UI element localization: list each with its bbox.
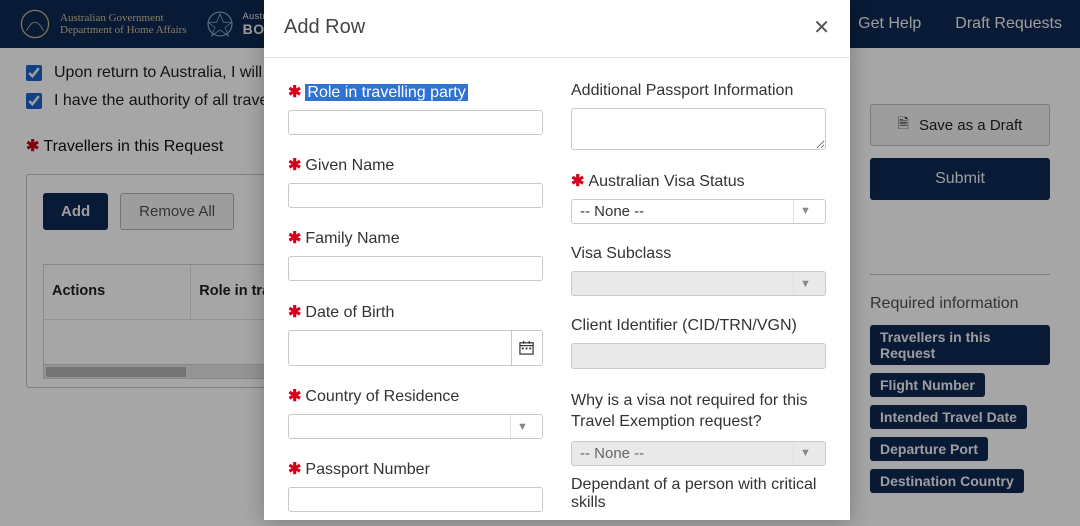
label-passport: ✱Passport Number (288, 459, 543, 479)
select-visa-status[interactable]: -- None -- ▼ (571, 199, 826, 224)
input-dob[interactable] (288, 330, 512, 366)
select-visa-subclass: ▼ (571, 271, 826, 296)
close-icon[interactable]: ✕ (813, 18, 830, 38)
label-dependant: Dependant of a person with critical skil… (571, 476, 826, 512)
label-dob: ✱Date of Birth (288, 302, 543, 322)
required-star-icon: ✱ (288, 461, 301, 478)
input-family-name[interactable] (288, 256, 543, 281)
label-role: ✱Role in travelling party (288, 82, 543, 102)
label-addl-passport: Additional Passport Information (571, 82, 826, 100)
chevron-down-icon: ▼ (793, 200, 817, 223)
input-client-id (571, 343, 826, 368)
label-given-name: ✱Given Name (288, 155, 543, 175)
label-visa-subclass: Visa Subclass (571, 245, 826, 263)
input-passport[interactable] (288, 487, 543, 512)
label-country: ✱Country of Residence (288, 386, 543, 406)
label-visa-status: ✱Australian Visa Status (571, 171, 826, 191)
required-star-icon: ✱ (288, 304, 301, 321)
chevron-down-icon: ▼ (793, 442, 817, 465)
modal-header: Add Row ✕ (264, 0, 850, 58)
required-star-icon: ✱ (288, 157, 301, 174)
select-country[interactable]: ▼ (288, 414, 543, 439)
required-star-icon: ✱ (571, 173, 584, 190)
modal-right-column: Additional Passport Information ✱Austral… (571, 80, 826, 512)
required-star-icon: ✱ (288, 388, 301, 405)
label-client-id: Client Identifier (CID/TRN/VGN) (571, 317, 826, 335)
required-star-icon: ✱ (288, 230, 301, 247)
chevron-down-icon: ▼ (510, 415, 534, 438)
add-row-modal: Add Row ✕ ✱Role in travelling party ✱Giv… (264, 0, 850, 520)
label-why-no-visa: Why is a visa not required for this Trav… (571, 390, 826, 433)
select-why-no-visa: -- None -- ▼ (571, 441, 826, 466)
chevron-down-icon: ▼ (793, 272, 817, 295)
modal-title: Add Row (284, 16, 365, 39)
input-addl-passport[interactable] (571, 108, 826, 150)
input-role[interactable] (288, 110, 543, 135)
label-family-name: ✱Family Name (288, 228, 543, 248)
input-given-name[interactable] (288, 183, 543, 208)
required-star-icon: ✱ (288, 84, 301, 101)
calendar-icon[interactable] (512, 330, 543, 366)
modal-left-column: ✱Role in travelling party ✱Given Name ✱F… (288, 80, 543, 512)
